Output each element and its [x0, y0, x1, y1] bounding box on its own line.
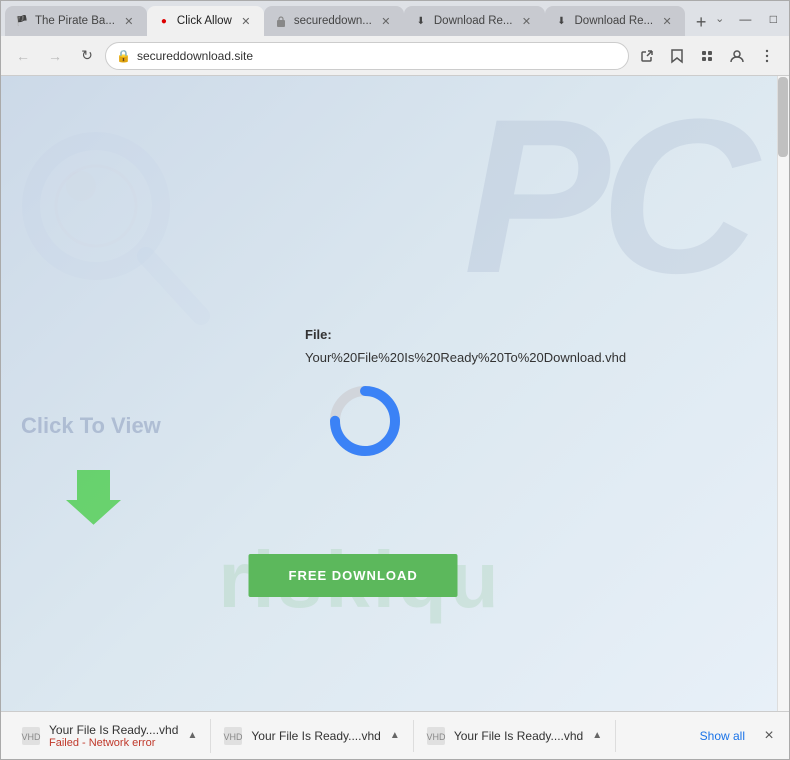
share-button[interactable]	[633, 42, 661, 70]
file-name: Your%20File%20Is%20Ready%20To%20Download…	[305, 350, 605, 365]
svg-text:VHD: VHD	[21, 732, 41, 742]
tab-piratebay[interactable]: 🏴 The Pirate Ba... ✕	[5, 6, 147, 36]
magnifier-watermark	[16, 116, 216, 336]
svg-text:VHD: VHD	[224, 732, 244, 742]
downloads-bar: VHD Your File Is Ready....vhd Failed - N…	[1, 711, 789, 759]
lock-icon: 🔒	[116, 49, 131, 63]
download-item-3[interactable]: VHD Your File Is Ready....vhd ▲	[414, 720, 616, 752]
menu-button[interactable]	[753, 42, 781, 70]
download-item-1-status: Failed - Network error	[49, 737, 178, 749]
tab-clickallow-label: Click Allow	[177, 15, 232, 27]
tabs-area: 🏴 The Pirate Ba... ✕ ● Click Allow ✕ sec…	[5, 1, 715, 36]
restore-button[interactable]: □	[760, 6, 786, 32]
extensions-button[interactable]	[693, 42, 721, 70]
tab-downloadre2-close[interactable]: ✕	[659, 13, 675, 29]
down-arrow-container	[66, 470, 121, 525]
minimize-button[interactable]: —	[732, 6, 758, 32]
tab-clickallow[interactable]: ● Click Allow ✕	[147, 6, 264, 36]
download-item-3-icon: VHD	[424, 724, 448, 748]
piratebay-favicon: 🏴	[15, 14, 29, 28]
loading-spinner	[325, 381, 405, 461]
page-scrollbar[interactable]	[777, 76, 789, 711]
tab-downloadre1-label: Download Re...	[434, 15, 513, 27]
download-item-3-name: Your File Is Ready....vhd	[454, 729, 583, 743]
downloadre1-favicon: ⬇	[414, 14, 428, 28]
tab-downloadre2-label: Download Re...	[575, 15, 654, 27]
download-item-2-name: Your File Is Ready....vhd	[251, 729, 380, 743]
tab-secureddown[interactable]: secureddown... ✕	[264, 6, 404, 36]
scrollbar-thumb[interactable]	[778, 77, 788, 157]
tab-downloadre2[interactable]: ⬇ Download Re... ✕	[545, 6, 686, 36]
tab-secureddown-close[interactable]: ✕	[378, 13, 394, 29]
chrome-window: 🏴 The Pirate Ba... ✕ ● Click Allow ✕ sec…	[0, 0, 790, 760]
download-item-1-icon: VHD	[19, 724, 43, 748]
clickallow-favicon: ●	[157, 14, 171, 28]
download-item-1-info: Your File Is Ready....vhd Failed - Netwo…	[49, 723, 178, 749]
downloads-close-button[interactable]: ×	[757, 724, 781, 748]
tab-piratebay-label: The Pirate Ba...	[35, 15, 115, 27]
tab-secureddown-label: secureddown...	[294, 15, 372, 27]
tab-expand-toggle[interactable]: ⌄	[715, 5, 724, 33]
address-bar[interactable]: 🔒 secureddownload.site	[105, 42, 629, 70]
down-arrow-icon	[66, 470, 121, 525]
download-item-1-chevron[interactable]: ▲	[184, 728, 200, 744]
secureddown-favicon	[274, 14, 288, 28]
show-all-button[interactable]: Show all	[692, 729, 753, 743]
reload-button[interactable]: ↻	[73, 42, 101, 70]
svg-text:VHD: VHD	[426, 732, 446, 742]
forward-button[interactable]: →	[41, 42, 69, 70]
tab-piratebay-close[interactable]: ✕	[121, 13, 137, 29]
downloadre2-favicon: ⬇	[555, 14, 569, 28]
tab-clickallow-close[interactable]: ✕	[238, 13, 254, 29]
tab-downloadre1[interactable]: ⬇ Download Re... ✕	[404, 6, 545, 36]
toolbar: ← → ↻ 🔒 secureddownload.site	[1, 36, 789, 76]
download-item-3-chevron[interactable]: ▲	[589, 728, 605, 744]
page-content: PC riskiqu Click To View File: Your%20Fi…	[1, 76, 789, 711]
pc-watermark: PC	[463, 86, 749, 306]
toolbar-actions	[633, 42, 781, 70]
file-label: File:	[305, 327, 332, 342]
click-to-view-text: Click To View	[21, 413, 161, 439]
download-item-1[interactable]: VHD Your File Is Ready....vhd Failed - N…	[9, 719, 211, 753]
bookmark-button[interactable]	[663, 42, 691, 70]
file-info-container: File: Your%20File%20Is%20Ready%20To%20Do…	[305, 327, 605, 461]
download-item-2[interactable]: VHD Your File Is Ready....vhd ▲	[211, 720, 413, 752]
profile-button[interactable]	[723, 42, 751, 70]
download-item-3-info: Your File Is Ready....vhd	[454, 729, 583, 743]
new-tab-button[interactable]: +	[687, 8, 715, 36]
window-controls: — □ ✕	[732, 6, 790, 32]
address-text: secureddownload.site	[137, 49, 618, 63]
download-item-1-name: Your File Is Ready....vhd	[49, 723, 178, 737]
download-item-2-info: Your File Is Ready....vhd	[251, 729, 380, 743]
tab-downloadre1-close[interactable]: ✕	[519, 13, 535, 29]
download-item-2-icon: VHD	[221, 724, 245, 748]
download-item-2-chevron[interactable]: ▲	[387, 728, 403, 744]
title-bar: 🏴 The Pirate Ba... ✕ ● Click Allow ✕ sec…	[1, 1, 789, 36]
free-download-button[interactable]: FREE DOWNLOAD	[249, 554, 458, 597]
back-button[interactable]: ←	[9, 42, 37, 70]
